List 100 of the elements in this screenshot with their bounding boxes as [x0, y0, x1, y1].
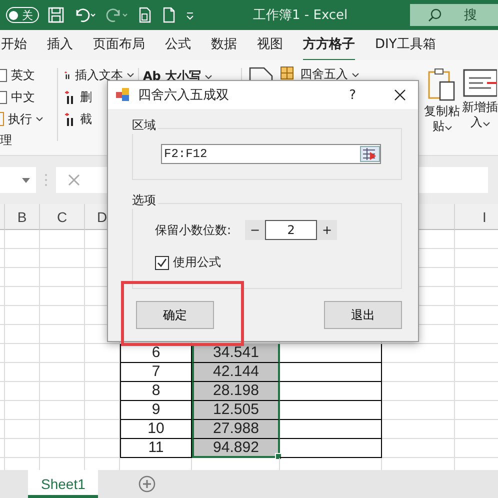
grid-cell[interactable] [5, 363, 40, 382]
grid-cell[interactable] [40, 344, 85, 363]
ribbon-tab[interactable]: 视图 [257, 28, 283, 62]
ribbon-button[interactable]: 截 [80, 110, 92, 128]
name-box[interactable] [0, 167, 36, 193]
dialog-title: 四舍六入五成双 [138, 87, 229, 104]
ribbon-tab[interactable]: 开始 [1, 28, 27, 62]
grid-cell[interactable] [0, 287, 5, 306]
redo-icon[interactable] [105, 6, 129, 24]
grid-cell[interactable] [382, 344, 455, 363]
grid-cell[interactable] [85, 401, 120, 420]
grid-cell[interactable] [5, 306, 40, 325]
decimals-field[interactable]: 2 [265, 220, 318, 240]
search-field[interactable]: 搜 [410, 4, 498, 26]
ribbon-tab[interactable]: 公式 [165, 28, 191, 62]
save-icon[interactable] [47, 6, 65, 24]
grid-cell[interactable] [85, 344, 120, 363]
grid-cell[interactable] [5, 287, 40, 306]
ribbon-button[interactable]: 插入文本 [75, 66, 134, 84]
grid-cell[interactable] [5, 420, 40, 439]
app-icon [116, 88, 130, 102]
grid-cell[interactable] [40, 363, 85, 382]
grid-cell[interactable] [382, 382, 455, 401]
column-header[interactable]: B [5, 204, 40, 230]
grid-cell[interactable] [0, 439, 5, 458]
text-tool-icon [64, 89, 76, 105]
caret-icon [482, 122, 490, 126]
column-header[interactable]: C [40, 204, 85, 230]
column-header[interactable]: I [455, 204, 498, 230]
run-button[interactable]: 执行 [8, 110, 43, 128]
grid-cell[interactable] [0, 344, 5, 363]
grid-cell[interactable] [40, 401, 85, 420]
grid-cell[interactable] [0, 230, 5, 249]
increment-button[interactable]: + [317, 220, 338, 240]
grid-cell[interactable] [85, 439, 120, 458]
grid-cell[interactable] [5, 382, 40, 401]
round-icon [280, 66, 294, 80]
checkbox-label: 使用公式 [173, 254, 221, 271]
grid-cell[interactable] [0, 363, 5, 382]
grid-cell[interactable] [382, 363, 455, 382]
help-button[interactable]: ? [349, 88, 356, 102]
checkbox-label: 中文 [11, 88, 35, 106]
grid-cell[interactable] [40, 249, 85, 268]
grid-cell[interactable] [5, 230, 40, 249]
grid-cell[interactable] [85, 363, 120, 382]
grid-cell[interactable] [5, 344, 40, 363]
autosave-toggle[interactable]: 关 [6, 7, 39, 23]
grid-cell[interactable] [0, 382, 5, 401]
fill-handle[interactable] [275, 453, 282, 460]
group-label: 区域 [132, 117, 158, 134]
grid-cell[interactable] [5, 439, 40, 458]
caret-icon [444, 126, 452, 130]
insert-new-button[interactable]: 新增插 入 [462, 100, 498, 130]
new-file-icon[interactable] [161, 6, 177, 24]
table-cell: 27.988 [192, 420, 280, 439]
dialog-button[interactable]: 确定 [136, 301, 214, 329]
grid-cell[interactable] [40, 306, 85, 325]
touch-mode-icon[interactable] [137, 6, 153, 24]
sheet-tab[interactable]: Sheet1 [28, 470, 98, 498]
grid-cell[interactable] [5, 325, 40, 344]
grid-cell[interactable] [5, 249, 40, 268]
grid-cell[interactable] [40, 230, 85, 249]
close-icon[interactable] [394, 89, 406, 101]
cancel-icon[interactable] [68, 174, 80, 186]
decrement-button[interactable]: − [245, 220, 266, 240]
grid-cell[interactable] [40, 382, 85, 401]
grid-cell[interactable] [85, 382, 120, 401]
grid-cell[interactable] [0, 420, 5, 439]
grid-cell[interactable] [40, 420, 85, 439]
grid-cell[interactable] [40, 287, 85, 306]
grid-cell[interactable] [0, 401, 5, 420]
caret-icon [127, 73, 134, 77]
grid-cell[interactable] [5, 268, 40, 287]
grid-cell[interactable] [382, 439, 455, 458]
ribbon-tab[interactable]: DIY工具箱 [375, 28, 436, 62]
grid-cell[interactable] [0, 249, 5, 268]
grid-cell[interactable] [0, 268, 5, 287]
grid-cell[interactable] [382, 401, 455, 420]
range-picker-icon[interactable] [360, 146, 380, 162]
corner-cell[interactable] [0, 204, 5, 230]
table-cell: 94.892 [192, 439, 280, 458]
grid-cell[interactable] [85, 420, 120, 439]
grid-cell[interactable] [5, 401, 40, 420]
grid-cell[interactable] [0, 306, 5, 325]
dialog-button[interactable]: 退出 [324, 301, 402, 329]
ribbon-tab[interactable]: 插入 [47, 28, 73, 62]
ribbon-button[interactable]: 删 [80, 88, 92, 106]
grid-cell[interactable] [40, 268, 85, 287]
ribbon-tab[interactable]: 页面布局 [93, 28, 145, 62]
window-title: 工作簿1 - Excel [253, 7, 348, 24]
add-sheet-icon[interactable] [138, 475, 156, 493]
grid-cell[interactable] [0, 325, 5, 344]
grid-cell[interactable] [40, 439, 85, 458]
ribbon-tab[interactable]: 数据 [211, 28, 237, 62]
copy-paste-button[interactable]: 复制粘 贴 [424, 104, 460, 134]
checkbox[interactable] [155, 256, 169, 270]
grid-cell[interactable] [40, 325, 85, 344]
round-button[interactable]: 四舍五入 [300, 66, 359, 83]
range-field[interactable]: F2:F12 [161, 144, 381, 164]
grid-cell[interactable] [382, 420, 455, 439]
